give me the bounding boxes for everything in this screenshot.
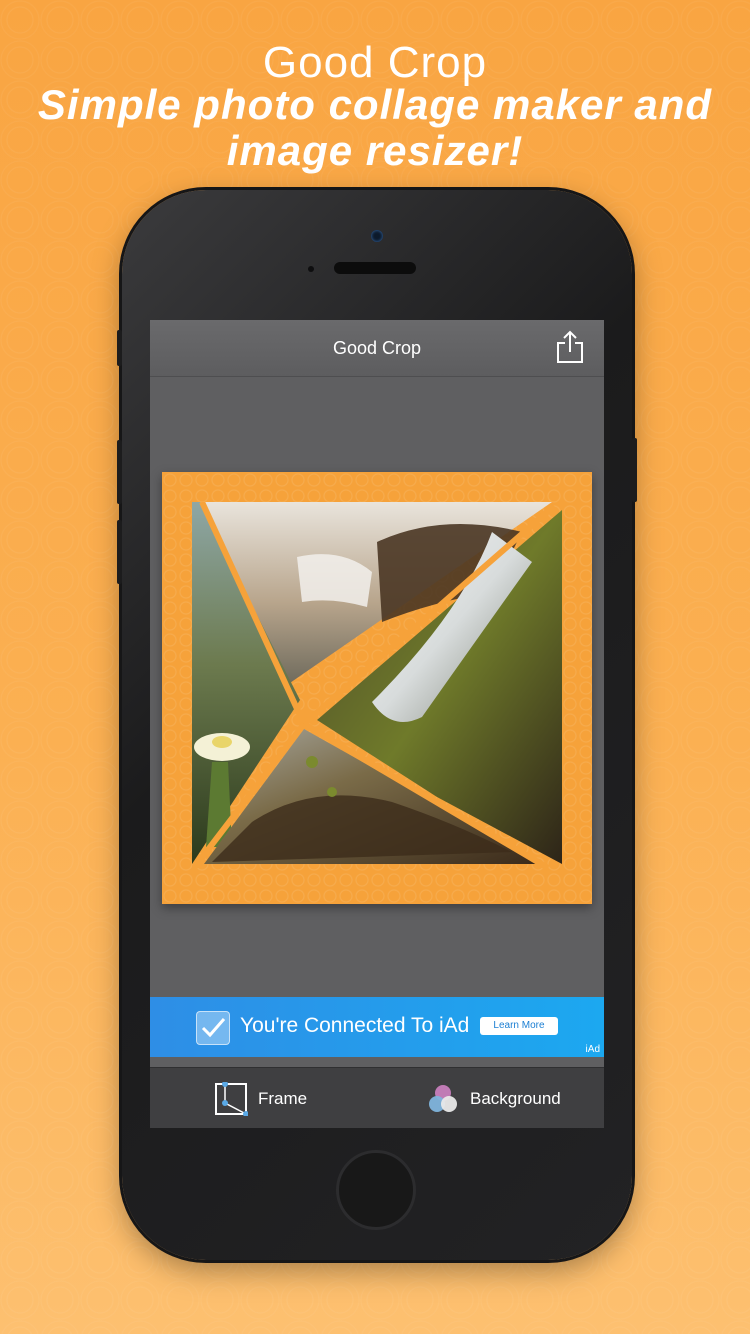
power-button	[632, 438, 637, 502]
promo-subtitle-line1: Simple photo collage maker and	[37, 81, 713, 128]
photo-collage[interactable]	[192, 502, 562, 872]
collage-frame[interactable]	[162, 472, 592, 904]
iad-message: You're Connected To iAd	[240, 1014, 470, 1037]
volume-down-button	[117, 520, 122, 584]
front-camera	[371, 230, 383, 242]
iad-tag: iAd	[585, 1044, 600, 1055]
nav-title: Good Crop	[332, 338, 422, 358]
learn-more-button[interactable]: Learn More	[480, 1017, 558, 1035]
app-screen: Good Crop You're Connected To iAd Learn …	[150, 320, 604, 1128]
navigation-bar: Good Crop	[150, 320, 604, 377]
checkmark-icon	[196, 1011, 230, 1045]
promo-subtitle-line2: image resizer!	[226, 127, 524, 174]
mute-switch	[117, 330, 122, 366]
promo-subtitle: Simple photo collage maker and image res…	[0, 82, 750, 174]
share-icon[interactable]	[556, 330, 584, 364]
frame-tool-label: Frame	[258, 1088, 308, 1108]
frame-tool-button[interactable]: Frame	[214, 1068, 307, 1128]
home-button[interactable]	[336, 1150, 416, 1230]
frame-icon	[215, 1081, 248, 1116]
color-circles-icon	[429, 1084, 457, 1112]
phone-device: Good Crop You're Connected To iAd Learn …	[117, 190, 637, 1260]
earpiece-speaker	[334, 262, 416, 274]
volume-up-button	[117, 440, 122, 504]
bottom-toolbar: Frame Background	[150, 1067, 604, 1128]
proximity-sensor	[308, 266, 314, 272]
iad-banner[interactable]: You're Connected To iAd Learn More iAd	[150, 997, 604, 1057]
background-tool-button[interactable]: Background	[426, 1068, 561, 1128]
background-tool-label: Background	[470, 1088, 561, 1108]
